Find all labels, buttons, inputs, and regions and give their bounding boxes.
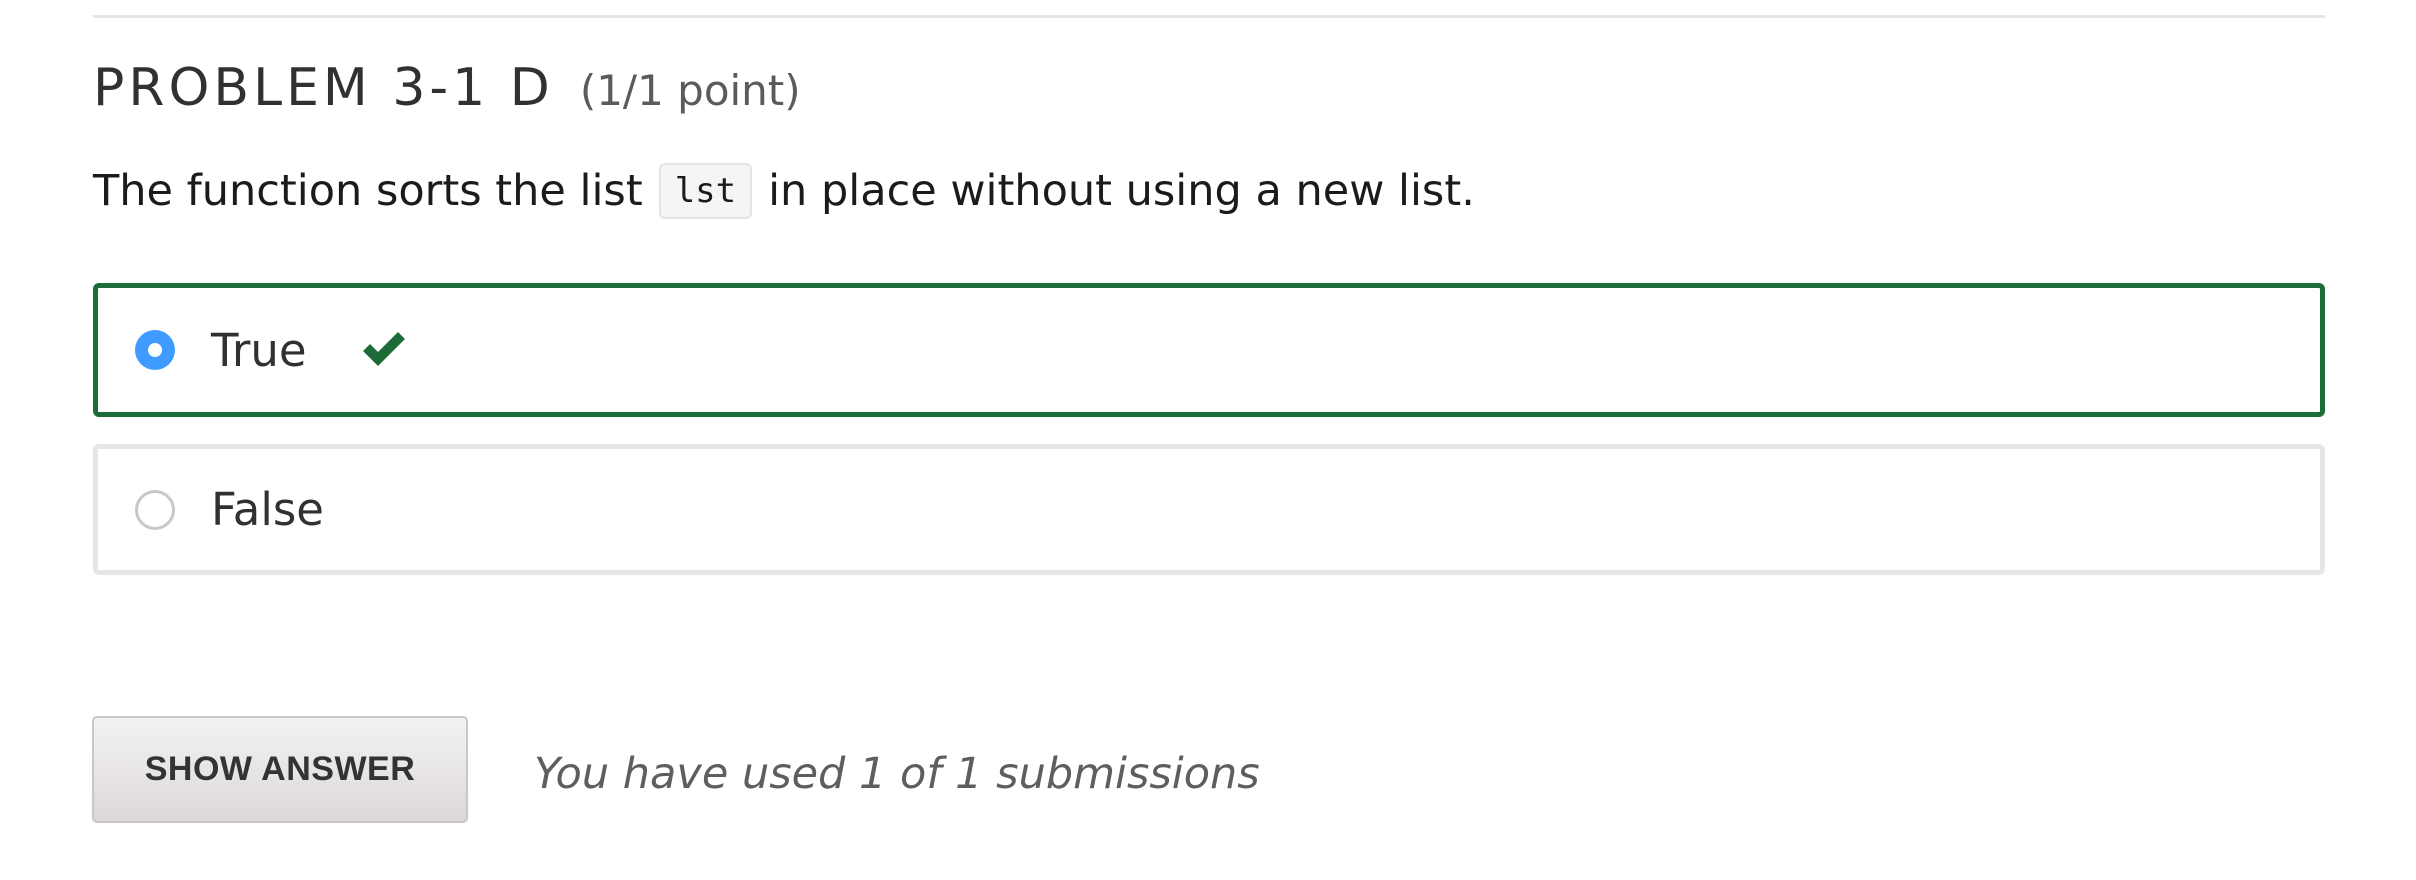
top-divider	[93, 15, 2325, 18]
problem-prompt: The function sorts the list lst in place…	[93, 163, 1475, 219]
prompt-text-before: The function sorts the list	[93, 166, 643, 216]
radio-true[interactable]	[135, 330, 175, 370]
choice-true[interactable]: True	[93, 283, 2325, 417]
checkmark-icon	[362, 332, 405, 366]
problem-title: PROBLEM 3-1 D	[93, 58, 554, 118]
submissions-status: You have used 1 of 1 submissions	[534, 749, 1260, 799]
problem-header: PROBLEM 3-1 D (1/1 point)	[93, 58, 801, 118]
radio-false[interactable]	[135, 489, 175, 530]
prompt-code: lst	[658, 163, 753, 219]
problem-points: (1/1 point)	[579, 66, 801, 115]
choice-true-label: True	[211, 323, 307, 377]
show-answer-button[interactable]: SHOW ANSWER	[92, 716, 468, 823]
prompt-text-after: in place without using a new list.	[768, 166, 1475, 216]
choice-false-label: False	[211, 483, 324, 536]
choice-false[interactable]: False	[93, 444, 2325, 575]
